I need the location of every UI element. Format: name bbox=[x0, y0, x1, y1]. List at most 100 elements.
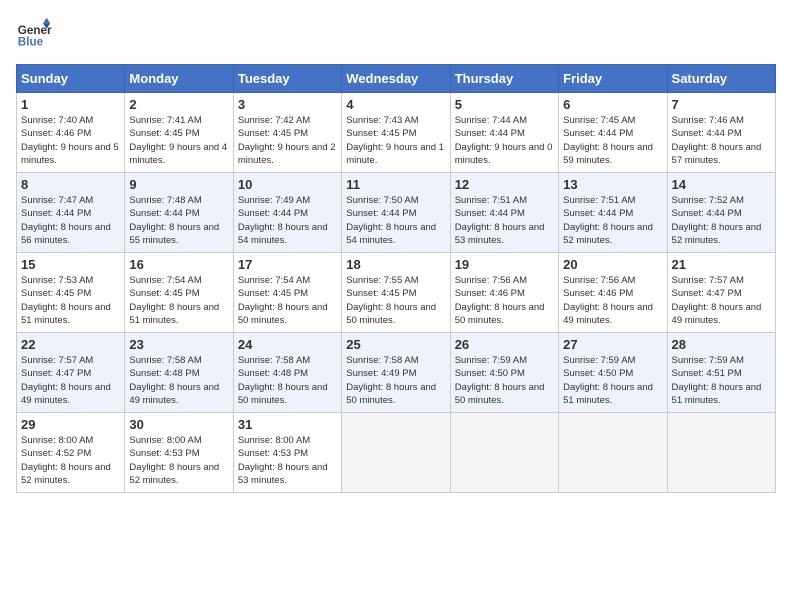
calendar-cell: 30 Sunrise: 8:00 AMSunset: 4:53 PMDaylig… bbox=[125, 413, 233, 493]
day-number: 1 bbox=[21, 97, 120, 112]
day-number: 15 bbox=[21, 257, 120, 272]
day-info: Sunrise: 7:51 AMSunset: 4:44 PMDaylight:… bbox=[455, 195, 545, 246]
day-info: Sunrise: 7:42 AMSunset: 4:45 PMDaylight:… bbox=[238, 115, 336, 166]
day-number: 10 bbox=[238, 177, 337, 192]
day-info: Sunrise: 8:00 AMSunset: 4:53 PMDaylight:… bbox=[129, 435, 219, 486]
calendar-cell: 21 Sunrise: 7:57 AMSunset: 4:47 PMDaylig… bbox=[667, 253, 775, 333]
day-info: Sunrise: 8:00 AMSunset: 4:53 PMDaylight:… bbox=[238, 435, 328, 486]
day-number: 23 bbox=[129, 337, 228, 352]
calendar-cell: 15 Sunrise: 7:53 AMSunset: 4:45 PMDaylig… bbox=[17, 253, 125, 333]
calendar-cell: 31 Sunrise: 8:00 AMSunset: 4:53 PMDaylig… bbox=[233, 413, 341, 493]
day-info: Sunrise: 8:00 AMSunset: 4:52 PMDaylight:… bbox=[21, 435, 111, 486]
calendar-cell: 12 Sunrise: 7:51 AMSunset: 4:44 PMDaylig… bbox=[450, 173, 558, 253]
day-info: Sunrise: 7:40 AMSunset: 4:46 PMDaylight:… bbox=[21, 115, 119, 166]
calendar-week-row: 1 Sunrise: 7:40 AMSunset: 4:46 PMDayligh… bbox=[17, 93, 776, 173]
day-number: 26 bbox=[455, 337, 554, 352]
day-number: 3 bbox=[238, 97, 337, 112]
calendar-cell: 1 Sunrise: 7:40 AMSunset: 4:46 PMDayligh… bbox=[17, 93, 125, 173]
calendar-cell: 16 Sunrise: 7:54 AMSunset: 4:45 PMDaylig… bbox=[125, 253, 233, 333]
day-number: 20 bbox=[563, 257, 662, 272]
day-info: Sunrise: 7:55 AMSunset: 4:45 PMDaylight:… bbox=[346, 275, 436, 326]
day-number: 5 bbox=[455, 97, 554, 112]
day-number: 29 bbox=[21, 417, 120, 432]
day-number: 24 bbox=[238, 337, 337, 352]
calendar-week-row: 29 Sunrise: 8:00 AMSunset: 4:52 PMDaylig… bbox=[17, 413, 776, 493]
day-info: Sunrise: 7:58 AMSunset: 4:48 PMDaylight:… bbox=[129, 355, 219, 406]
header-monday: Monday bbox=[125, 65, 233, 93]
calendar-cell: 5 Sunrise: 7:44 AMSunset: 4:44 PMDayligh… bbox=[450, 93, 558, 173]
calendar-cell: 24 Sunrise: 7:58 AMSunset: 4:48 PMDaylig… bbox=[233, 333, 341, 413]
day-info: Sunrise: 7:59 AMSunset: 4:50 PMDaylight:… bbox=[563, 355, 653, 406]
calendar-cell bbox=[559, 413, 667, 493]
calendar-cell: 13 Sunrise: 7:51 AMSunset: 4:44 PMDaylig… bbox=[559, 173, 667, 253]
header-tuesday: Tuesday bbox=[233, 65, 341, 93]
calendar-cell bbox=[667, 413, 775, 493]
calendar-week-row: 22 Sunrise: 7:57 AMSunset: 4:47 PMDaylig… bbox=[17, 333, 776, 413]
calendar-cell: 29 Sunrise: 8:00 AMSunset: 4:52 PMDaylig… bbox=[17, 413, 125, 493]
day-number: 7 bbox=[672, 97, 771, 112]
logo: General Blue bbox=[16, 16, 58, 52]
calendar-week-row: 15 Sunrise: 7:53 AMSunset: 4:45 PMDaylig… bbox=[17, 253, 776, 333]
day-number: 19 bbox=[455, 257, 554, 272]
day-number: 13 bbox=[563, 177, 662, 192]
day-number: 30 bbox=[129, 417, 228, 432]
day-number: 6 bbox=[563, 97, 662, 112]
day-info: Sunrise: 7:49 AMSunset: 4:44 PMDaylight:… bbox=[238, 195, 328, 246]
calendar-cell: 20 Sunrise: 7:56 AMSunset: 4:46 PMDaylig… bbox=[559, 253, 667, 333]
day-number: 22 bbox=[21, 337, 120, 352]
calendar-cell: 8 Sunrise: 7:47 AMSunset: 4:44 PMDayligh… bbox=[17, 173, 125, 253]
calendar-cell: 4 Sunrise: 7:43 AMSunset: 4:45 PMDayligh… bbox=[342, 93, 450, 173]
calendar-cell: 18 Sunrise: 7:55 AMSunset: 4:45 PMDaylig… bbox=[342, 253, 450, 333]
day-number: 21 bbox=[672, 257, 771, 272]
calendar-cell: 28 Sunrise: 7:59 AMSunset: 4:51 PMDaylig… bbox=[667, 333, 775, 413]
header-sunday: Sunday bbox=[17, 65, 125, 93]
calendar-cell bbox=[450, 413, 558, 493]
day-info: Sunrise: 7:56 AMSunset: 4:46 PMDaylight:… bbox=[455, 275, 545, 326]
day-info: Sunrise: 7:57 AMSunset: 4:47 PMDaylight:… bbox=[21, 355, 111, 406]
header-wednesday: Wednesday bbox=[342, 65, 450, 93]
day-info: Sunrise: 7:56 AMSunset: 4:46 PMDaylight:… bbox=[563, 275, 653, 326]
day-info: Sunrise: 7:58 AMSunset: 4:49 PMDaylight:… bbox=[346, 355, 436, 406]
day-info: Sunrise: 7:52 AMSunset: 4:44 PMDaylight:… bbox=[672, 195, 762, 246]
calendar-cell: 3 Sunrise: 7:42 AMSunset: 4:45 PMDayligh… bbox=[233, 93, 341, 173]
calendar-header-row: SundayMondayTuesdayWednesdayThursdayFrid… bbox=[17, 65, 776, 93]
day-number: 27 bbox=[563, 337, 662, 352]
day-number: 18 bbox=[346, 257, 445, 272]
calendar-cell: 11 Sunrise: 7:50 AMSunset: 4:44 PMDaylig… bbox=[342, 173, 450, 253]
day-number: 14 bbox=[672, 177, 771, 192]
day-number: 25 bbox=[346, 337, 445, 352]
day-info: Sunrise: 7:47 AMSunset: 4:44 PMDaylight:… bbox=[21, 195, 111, 246]
calendar-cell: 9 Sunrise: 7:48 AMSunset: 4:44 PMDayligh… bbox=[125, 173, 233, 253]
day-info: Sunrise: 7:54 AMSunset: 4:45 PMDaylight:… bbox=[129, 275, 219, 326]
day-info: Sunrise: 7:51 AMSunset: 4:44 PMDaylight:… bbox=[563, 195, 653, 246]
day-info: Sunrise: 7:54 AMSunset: 4:45 PMDaylight:… bbox=[238, 275, 328, 326]
day-info: Sunrise: 7:41 AMSunset: 4:45 PMDaylight:… bbox=[129, 115, 227, 166]
header-saturday: Saturday bbox=[667, 65, 775, 93]
day-number: 16 bbox=[129, 257, 228, 272]
day-number: 9 bbox=[129, 177, 228, 192]
page-header: General Blue bbox=[16, 16, 776, 52]
day-number: 4 bbox=[346, 97, 445, 112]
day-info: Sunrise: 7:48 AMSunset: 4:44 PMDaylight:… bbox=[129, 195, 219, 246]
day-number: 8 bbox=[21, 177, 120, 192]
day-info: Sunrise: 7:45 AMSunset: 4:44 PMDaylight:… bbox=[563, 115, 653, 166]
calendar-cell: 7 Sunrise: 7:46 AMSunset: 4:44 PMDayligh… bbox=[667, 93, 775, 173]
calendar-cell: 2 Sunrise: 7:41 AMSunset: 4:45 PMDayligh… bbox=[125, 93, 233, 173]
day-info: Sunrise: 7:44 AMSunset: 4:44 PMDaylight:… bbox=[455, 115, 553, 166]
day-info: Sunrise: 7:53 AMSunset: 4:45 PMDaylight:… bbox=[21, 275, 111, 326]
calendar-cell: 17 Sunrise: 7:54 AMSunset: 4:45 PMDaylig… bbox=[233, 253, 341, 333]
calendar-cell: 6 Sunrise: 7:45 AMSunset: 4:44 PMDayligh… bbox=[559, 93, 667, 173]
calendar-cell: 19 Sunrise: 7:56 AMSunset: 4:46 PMDaylig… bbox=[450, 253, 558, 333]
calendar-cell: 27 Sunrise: 7:59 AMSunset: 4:50 PMDaylig… bbox=[559, 333, 667, 413]
svg-text:Blue: Blue bbox=[18, 36, 44, 49]
calendar-cell: 14 Sunrise: 7:52 AMSunset: 4:44 PMDaylig… bbox=[667, 173, 775, 253]
day-info: Sunrise: 7:50 AMSunset: 4:44 PMDaylight:… bbox=[346, 195, 436, 246]
day-number: 28 bbox=[672, 337, 771, 352]
calendar-cell: 26 Sunrise: 7:59 AMSunset: 4:50 PMDaylig… bbox=[450, 333, 558, 413]
calendar-week-row: 8 Sunrise: 7:47 AMSunset: 4:44 PMDayligh… bbox=[17, 173, 776, 253]
calendar-table: SundayMondayTuesdayWednesdayThursdayFrid… bbox=[16, 64, 776, 493]
day-info: Sunrise: 7:57 AMSunset: 4:47 PMDaylight:… bbox=[672, 275, 762, 326]
day-info: Sunrise: 7:43 AMSunset: 4:45 PMDaylight:… bbox=[346, 115, 444, 166]
calendar-cell: 25 Sunrise: 7:58 AMSunset: 4:49 PMDaylig… bbox=[342, 333, 450, 413]
header-friday: Friday bbox=[559, 65, 667, 93]
